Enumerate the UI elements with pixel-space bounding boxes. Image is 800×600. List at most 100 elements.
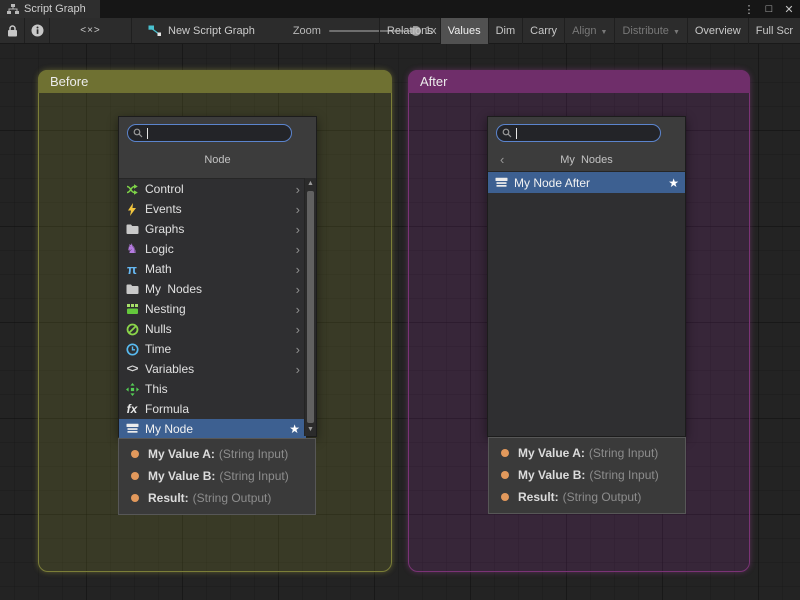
finder-item-label: Nesting [145,302,291,316]
finder-header-label: Node [204,154,230,166]
search-icon [133,128,143,138]
scrollbar-thumb[interactable] [307,191,314,423]
finder-list: Control › Events › Graphs › ♞ Logic › [119,178,316,436]
maximize-icon[interactable]: □ [762,3,776,15]
favorite-star-icon[interactable]: ★ [668,176,682,190]
graph-icon [7,4,19,15]
search-input[interactable] [152,127,286,139]
align-dropdown[interactable]: Align▼ [564,18,614,44]
values-button[interactable]: Values [440,18,488,44]
distribute-label: Distribute [622,25,668,37]
formula-icon: fx [124,402,140,416]
group-before-title: Before [50,74,88,89]
info-icon [31,24,44,37]
toolbar-right-group: Relations Values Dim Carry Align▼ Distri… [379,18,800,44]
finder-item-control[interactable]: Control › [119,179,306,199]
finder-item-label: Math [145,262,291,276]
code-view-button[interactable]: <×> [50,18,132,43]
scroll-down-icon[interactable]: ▼ [305,424,316,436]
input-port-icon[interactable] [131,450,139,458]
carry-button[interactable]: Carry [522,18,564,44]
logic-icon: ♞ [124,241,140,257]
finder-item-label: Time [145,342,291,356]
values-label: Values [448,25,481,37]
input-port-icon[interactable] [501,449,509,457]
favorite-star-icon[interactable]: ★ [289,422,303,436]
back-chevron-icon[interactable]: ‹ [500,147,504,173]
fullscreen-button[interactable]: Full Scr [748,18,800,44]
overview-label: Overview [695,25,741,37]
port-row-my-value-b: My Value B:(String Input) [119,465,315,487]
node-icon [124,423,140,435]
nulls-icon [124,323,140,336]
finder-item-graphs[interactable]: Graphs › [119,219,306,239]
dim-button[interactable]: Dim [488,18,523,44]
finder-item-nesting[interactable]: Nesting › [119,299,306,319]
port-type: (String Input) [219,469,288,483]
chevron-right-icon: › [296,242,303,257]
group-after-title: After [420,74,447,89]
graph-toolbar: <×> New Script Graph Zoom 1x Relations V… [0,18,800,44]
finder-item-label: Logic [145,242,291,256]
my-node-body-after[interactable]: My Value A:(String Input) My Value B:(St… [488,437,686,514]
my-node-body-before[interactable]: My Value A: (String Input) My Value B:(St… [118,438,316,515]
close-icon[interactable]: ✕ [782,3,796,16]
finder-item-label: Variables [145,362,291,376]
overview-button[interactable]: Overview [687,18,748,44]
port-name: My Value A: [148,447,215,461]
time-icon [124,343,140,356]
this-icon [124,383,140,396]
output-port-icon[interactable] [131,494,139,502]
window-menu-icon[interactable]: ⋮ [742,3,756,16]
group-before-header[interactable]: Before [38,70,392,93]
finder-item-label: My Node After [514,176,663,190]
finder-item-nulls[interactable]: Nulls › [119,319,306,339]
finder-item-math[interactable]: π Math › [119,259,306,279]
finder-item-my-node-after[interactable]: My Node After ★ [488,172,685,193]
title-bar: Script Graph ⋮ □ ✕ [0,0,800,18]
tab-script-graph[interactable]: Script Graph [0,0,100,18]
output-port-icon[interactable] [501,493,509,501]
lock-button[interactable] [0,18,25,43]
distribute-dropdown[interactable]: Distribute ▼ [614,18,686,44]
input-port-icon[interactable] [501,471,509,479]
relations-label: Relations [387,25,433,37]
align-label: Align [572,25,596,37]
chevron-right-icon: › [296,262,303,277]
events-icon [124,203,140,216]
finder-item-my-nodes[interactable]: My Nodes › [119,279,306,299]
search-box[interactable] [127,124,292,142]
scroll-up-icon[interactable]: ▲ [305,178,316,190]
finder-item-this[interactable]: This [119,379,306,399]
chevron-right-icon: › [296,202,303,217]
finder-item-time[interactable]: Time › [119,339,306,359]
finder-item-variables[interactable]: <> Variables › [119,359,306,379]
search-box[interactable] [496,124,661,142]
chevron-right-icon: › [296,322,303,337]
finder-item-logic[interactable]: ♞ Logic › [119,239,306,259]
group-after-header[interactable]: After [408,70,750,93]
new-graph-icon [148,25,162,37]
finder-scrollbar[interactable]: ▲ ▼ [304,178,316,436]
node-icon [493,177,509,189]
finder-item-label: Events [145,202,291,216]
new-graph-label: New Script Graph [168,25,255,37]
finder-item-formula[interactable]: fx Formula [119,399,306,419]
relations-button[interactable]: Relations [379,18,440,44]
chevron-down-icon: ▼ [673,29,680,36]
graph-canvas[interactable]: Before After Node [0,44,800,600]
info-button[interactable] [25,18,50,43]
new-script-graph-button[interactable]: New Script Graph [138,18,265,43]
input-port-icon[interactable] [131,472,139,480]
chevron-right-icon: › [296,362,303,377]
control-icon [124,183,140,196]
finder-item-events[interactable]: Events › [119,199,306,219]
folder-icon [124,284,140,295]
code-view-icon: <×> [80,25,101,36]
search-input[interactable] [521,127,655,139]
dim-label: Dim [496,25,516,37]
finder-list: My Node After ★ [488,171,685,436]
finder-item-my-node[interactable]: My Node ★ [119,419,306,439]
search-field-wrap [127,124,292,142]
finder-header: ‹ My Nodes [488,147,685,173]
